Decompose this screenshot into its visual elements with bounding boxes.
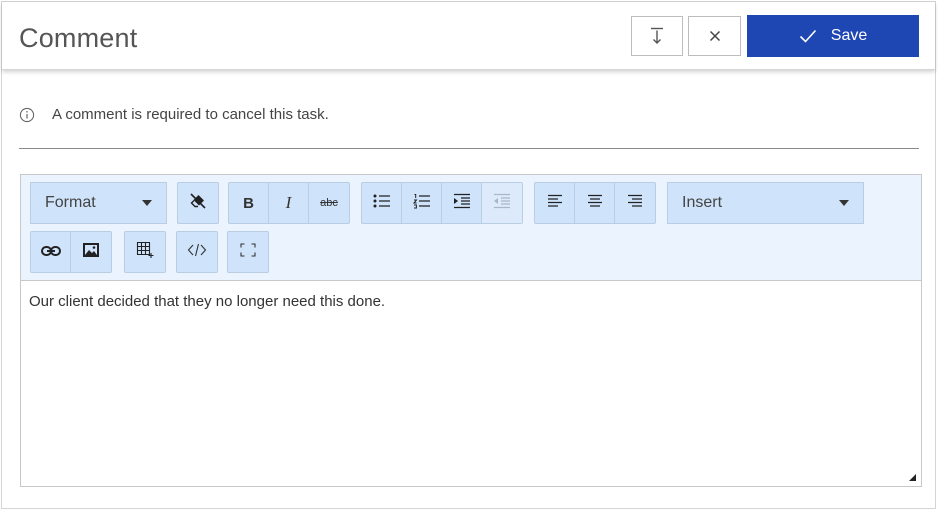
code-view-group xyxy=(176,231,218,273)
indent-button[interactable] xyxy=(442,183,482,223)
list-indent-group xyxy=(361,182,523,224)
outdent-button[interactable] xyxy=(482,183,522,223)
italic-button[interactable]: I xyxy=(269,183,309,223)
editor-content[interactable]: Our client decided that they no longer n… xyxy=(29,293,385,310)
info-icon xyxy=(19,107,35,123)
table-icon xyxy=(136,241,154,263)
strikethrough-button[interactable]: abc xyxy=(309,183,349,223)
link-icon xyxy=(40,244,61,261)
outdent-icon xyxy=(493,193,511,213)
format-dropdown-label: Format xyxy=(45,194,96,211)
align-center-button[interactable] xyxy=(575,183,615,223)
alignment-group xyxy=(534,182,656,224)
caret-down-icon xyxy=(142,200,152,206)
notice-text: A comment is required to cancel this tas… xyxy=(52,106,329,123)
format-dropdown[interactable]: Format xyxy=(30,182,167,224)
table-group xyxy=(124,231,166,273)
rich-text-editor: Format B I abc Insert Our client decided… xyxy=(20,174,922,487)
caret-down-icon xyxy=(839,200,849,206)
editor-toolbar: Format B I abc Insert xyxy=(21,175,921,281)
fullscreen-button[interactable] xyxy=(228,232,268,272)
bold-icon: B xyxy=(243,194,254,212)
checkmark-icon xyxy=(799,29,817,43)
align-left-icon xyxy=(547,194,563,212)
fullscreen-group xyxy=(227,231,269,273)
strikethrough-icon: abc xyxy=(320,197,338,209)
dialog-header: Comment Save xyxy=(2,2,935,70)
close-button[interactable] xyxy=(688,16,741,56)
collapse-button[interactable] xyxy=(631,16,683,56)
insert-dropdown-label: Insert xyxy=(682,194,723,211)
collapse-down-icon xyxy=(650,27,664,45)
required-notice: A comment is required to cancel this tas… xyxy=(19,106,329,123)
text-style-group: B I abc xyxy=(228,182,350,224)
resize-handle-icon[interactable] xyxy=(909,474,916,481)
numbered-list-icon xyxy=(412,193,431,213)
save-button[interactable]: Save xyxy=(747,15,919,57)
link-image-group xyxy=(30,231,112,273)
insert-image-button[interactable] xyxy=(71,232,111,272)
eraser-icon xyxy=(189,192,207,214)
align-right-button[interactable] xyxy=(615,183,655,223)
bold-button[interactable]: B xyxy=(229,183,269,223)
numbered-list-button[interactable] xyxy=(402,183,442,223)
clear-format-group xyxy=(177,182,219,224)
indent-icon xyxy=(453,193,471,213)
align-center-icon xyxy=(587,194,603,212)
divider xyxy=(19,148,919,149)
clear-format-button[interactable] xyxy=(178,183,218,223)
align-left-button[interactable] xyxy=(535,183,575,223)
dialog-title: Comment xyxy=(19,23,138,53)
insert-link-button[interactable] xyxy=(31,232,71,272)
image-icon xyxy=(82,242,100,262)
bullet-list-icon xyxy=(373,193,391,213)
code-icon xyxy=(187,243,207,261)
close-icon xyxy=(709,30,721,42)
bullet-list-button[interactable] xyxy=(362,183,402,223)
insert-table-button[interactable] xyxy=(125,232,165,272)
save-button-label: Save xyxy=(830,27,868,44)
insert-dropdown[interactable]: Insert xyxy=(667,182,864,224)
fullscreen-icon xyxy=(240,243,256,261)
comment-dialog: Comment Save A comment is required to ca… xyxy=(1,1,936,509)
code-view-button[interactable] xyxy=(177,232,217,272)
align-right-icon xyxy=(627,194,643,212)
italic-icon: I xyxy=(285,193,292,212)
